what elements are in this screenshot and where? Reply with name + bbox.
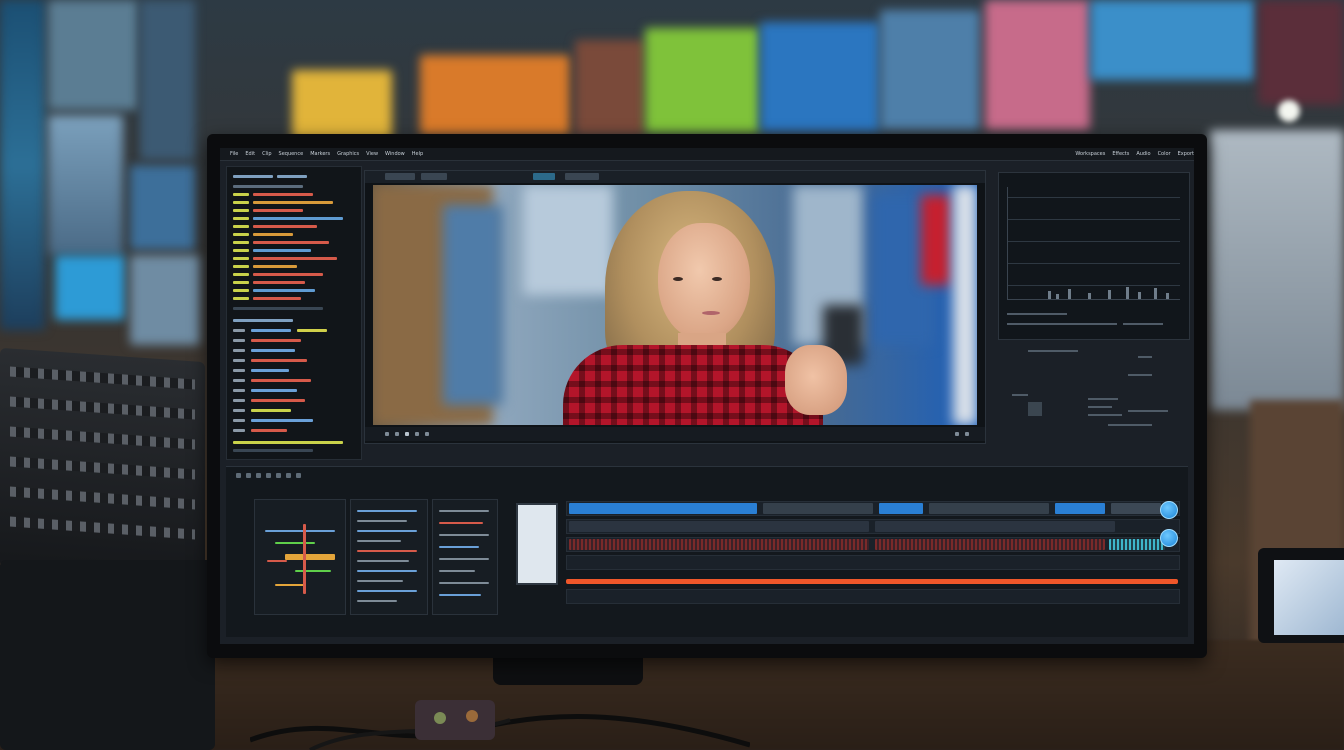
mixer-base	[0, 560, 215, 750]
waveform-scope	[1007, 187, 1180, 300]
menu-markers[interactable]: Markers	[310, 151, 330, 157]
menu-clip[interactable]: Clip	[262, 151, 271, 157]
wall-poster	[292, 70, 392, 140]
playback-controls	[365, 427, 985, 441]
wall-poster	[48, 115, 123, 255]
select-tool-icon[interactable]	[236, 473, 241, 478]
wall-poster	[760, 22, 880, 132]
pen-tool-icon[interactable]	[266, 473, 271, 478]
program-monitor[interactable]	[364, 170, 986, 444]
monitor-tab-active[interactable]	[533, 173, 555, 180]
razor-tool-icon[interactable]	[246, 473, 251, 478]
video-frame	[373, 185, 977, 425]
monitor-tab[interactable]	[385, 173, 415, 180]
wall-poster	[985, 0, 1090, 130]
slip-tool-icon[interactable]	[256, 473, 261, 478]
subject-shirt	[563, 345, 823, 425]
monitor-tab[interactable]	[565, 173, 599, 180]
subject-hand	[785, 345, 847, 415]
video-editor-screen: File Edit Clip Sequence Markers Graphics…	[220, 148, 1194, 644]
media-bin[interactable]	[350, 499, 428, 615]
editing-monitor: File Edit Clip Sequence Markers Graphics…	[207, 134, 1207, 658]
menu-edit[interactable]: Edit	[245, 151, 255, 157]
monitor-stand	[493, 655, 643, 685]
workspace-tab-5[interactable]: Export	[1178, 151, 1194, 157]
workspace-tab-3[interactable]: Audio	[1136, 151, 1150, 157]
wall-poster	[1090, 0, 1255, 80]
timeline-toolbar	[226, 471, 1188, 481]
monitor-tab[interactable]	[421, 173, 447, 180]
ceiling-light	[1278, 100, 1300, 122]
wall-poster	[48, 0, 138, 110]
menu-window[interactable]: Window	[385, 151, 405, 157]
project-bin[interactable]	[432, 499, 498, 615]
circle-knob-icon[interactable]	[1160, 501, 1178, 519]
step-forward-button[interactable]	[415, 432, 419, 436]
menu-file[interactable]: File	[230, 151, 238, 157]
workspace-tab-1[interactable]: Workspaces	[1075, 151, 1105, 157]
wall-poster	[130, 255, 200, 345]
settings-button[interactable]	[965, 432, 969, 436]
wall-poster	[140, 0, 195, 160]
rewind-button[interactable]	[385, 432, 389, 436]
wall-poster	[575, 40, 645, 135]
workspace-tab-2[interactable]: Effects	[1112, 151, 1129, 157]
wall-poster	[1210, 130, 1344, 410]
workspace-tab-4[interactable]: Color	[1158, 151, 1171, 157]
wall-poster	[420, 55, 570, 135]
program-monitor-tabs	[365, 171, 985, 183]
menu-view[interactable]: View	[366, 151, 378, 157]
clip-thumbnail[interactable]	[516, 503, 558, 585]
timeline-panel[interactable]	[226, 466, 1188, 637]
step-back-button[interactable]	[395, 432, 399, 436]
menu-help[interactable]: Help	[412, 151, 423, 157]
wall-poster	[0, 0, 45, 330]
hand-tool-icon[interactable]	[276, 473, 281, 478]
audio-track-3[interactable]	[566, 589, 1180, 604]
circle-knob-icon[interactable]	[1160, 529, 1178, 547]
effect-controls-panel[interactable]	[226, 166, 362, 460]
type-tool-icon[interactable]	[296, 473, 301, 478]
audio-track-1[interactable]	[566, 537, 1180, 552]
node-graph-bin[interactable]	[254, 499, 346, 615]
menu-bar: File Edit Clip Sequence Markers Graphics…	[220, 148, 1194, 161]
menu-graphics[interactable]: Graphics	[337, 151, 359, 157]
inspector-panel[interactable]	[998, 344, 1188, 454]
audio-mixer	[0, 347, 205, 583]
video-track-2[interactable]	[566, 519, 1180, 534]
export-frame-button[interactable]	[955, 432, 959, 436]
scopes-panel[interactable]	[998, 172, 1190, 340]
wall-poster	[130, 165, 195, 250]
wall-poster	[880, 10, 980, 130]
zoom-tool-icon[interactable]	[286, 473, 291, 478]
wall-poster	[645, 28, 760, 133]
wall-poster	[55, 255, 125, 320]
laptop-screen	[1274, 560, 1344, 635]
subject-face	[658, 223, 750, 341]
desk-cables	[250, 700, 750, 750]
video-track-1[interactable]	[566, 501, 1180, 516]
play-button[interactable]	[405, 432, 409, 436]
menu-sequence[interactable]: Sequence	[279, 151, 304, 157]
wall-poster	[1258, 0, 1344, 105]
timeline-playhead-bar[interactable]	[566, 579, 1178, 584]
loop-button[interactable]	[425, 432, 429, 436]
audio-track-2[interactable]	[566, 555, 1180, 570]
